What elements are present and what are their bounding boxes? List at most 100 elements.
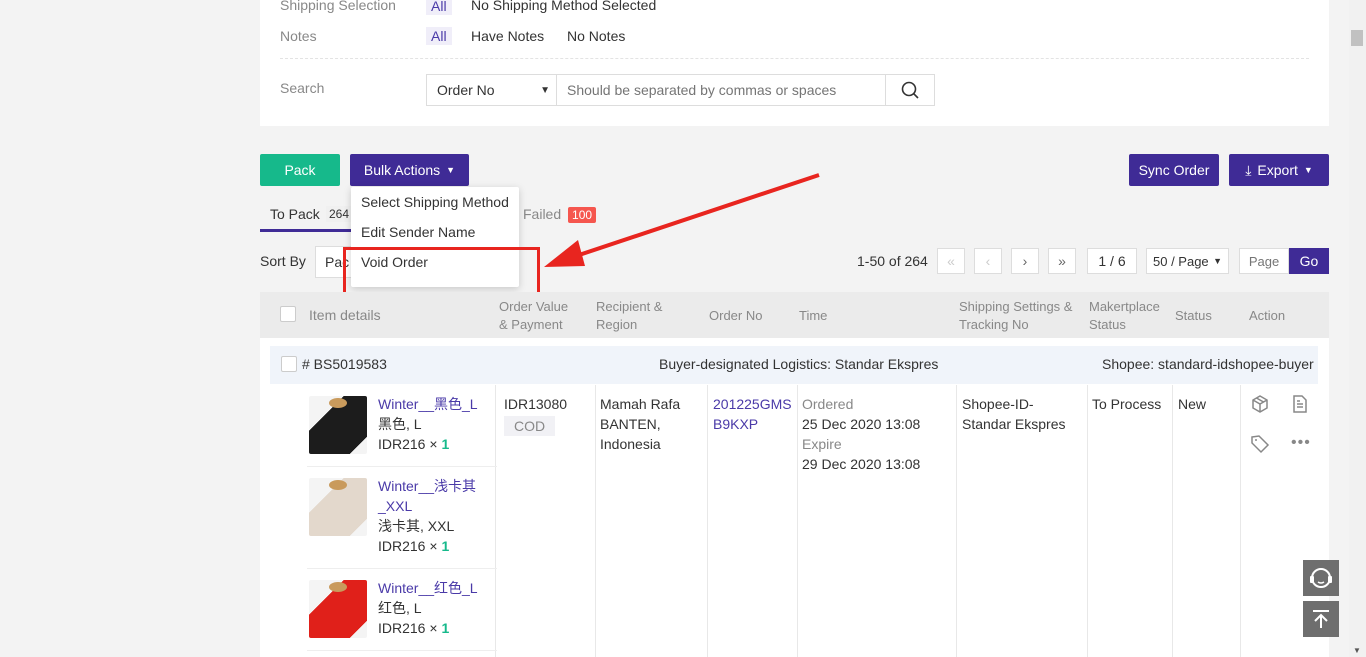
order-status: New [1178, 396, 1207, 412]
item-divider [307, 568, 497, 569]
scroll-down-icon[interactable]: ▼ [1353, 646, 1361, 655]
recipient-region: BANTEN, [600, 416, 661, 432]
header-order-no: Order No [709, 308, 763, 323]
order-shop: Shopee: standard-idshopee-buyer [1102, 356, 1314, 372]
item-price-qty: IDR216 × 1 [378, 536, 478, 556]
sort-by-label: Sort By [260, 253, 306, 269]
shipping-option-none[interactable]: No Shipping Method Selected [471, 0, 656, 13]
item-price-qty: IDR216 × 1 [378, 434, 478, 454]
page-input[interactable] [1239, 248, 1289, 274]
order-logistics: Buyer-designated Logistics: Standar Eksp… [659, 356, 939, 372]
times-icon: × [429, 620, 438, 636]
more-icon[interactable]: ••• [1291, 434, 1311, 452]
ordered-label: Ordered [802, 396, 854, 412]
notes-option-have[interactable]: Have Notes [471, 28, 544, 44]
item-qty: 1 [441, 620, 450, 636]
header-time: Time [799, 308, 828, 323]
times-icon: × [429, 436, 438, 452]
divider [280, 58, 1309, 59]
item-variant: 红色, L [378, 600, 422, 616]
last-page-button[interactable]: » [1048, 248, 1076, 274]
order-time: Ordered 25 Dec 2020 13:08 Expire 29 Dec 202… [802, 394, 920, 474]
times-icon: × [429, 538, 438, 554]
caret-down-icon: ▼ [1303, 165, 1313, 175]
search-group: Order No ▼ [426, 74, 935, 106]
per-page-select[interactable]: 50 / Page ▼ [1146, 248, 1229, 274]
tag-icon[interactable] [1250, 434, 1270, 454]
list-item: Winter__浅卡其_XXL 浅卡其, XXL IDR216 × 1 [378, 476, 478, 556]
download-icon: ⤓ [1245, 161, 1252, 178]
item-thumbnail[interactable] [309, 478, 367, 536]
search-field-value: Order No [437, 82, 495, 98]
prev-page-button[interactable]: ‹ [974, 248, 1002, 274]
tab-count: 264 [326, 206, 353, 222]
export-button[interactable]: ⤓ Export ▼ [1229, 154, 1329, 186]
menu-item-edit-sender-name[interactable]: Edit Sender Name [351, 217, 519, 247]
annotation-arrow [544, 173, 820, 267]
item-thumbnail[interactable] [309, 396, 367, 454]
item-divider [307, 650, 497, 651]
search-button[interactable] [885, 75, 934, 105]
order-checkbox[interactable] [281, 356, 297, 372]
arrow-up-icon [1313, 610, 1329, 628]
tab-label: To Pack [270, 206, 320, 222]
item-price: IDR216 [378, 620, 426, 636]
search-field-select[interactable]: Order No ▼ [427, 75, 557, 105]
order-id: # BS5019583 [302, 356, 387, 372]
sync-order-button[interactable]: Sync Order [1129, 154, 1219, 186]
current-page: 1 / 6 [1087, 248, 1137, 274]
item-variant: 浅卡其, XXL [378, 518, 455, 534]
headset-icon [1310, 568, 1332, 588]
payment-badge: COD [504, 416, 556, 436]
search-input[interactable] [557, 75, 885, 105]
scrollbar[interactable]: ▼ [1349, 0, 1366, 657]
item-name-link[interactable]: Winter__黑色_L [378, 394, 478, 414]
go-button[interactable]: Go [1289, 248, 1329, 274]
package-icon[interactable] [1250, 394, 1270, 414]
shipping-option-all[interactable]: All [426, 0, 452, 15]
select-all-checkbox[interactable] [280, 306, 296, 322]
notes-option-all[interactable]: All [426, 27, 452, 45]
shipping-setting: Shopee-ID-Standar Ekspres [962, 396, 1066, 432]
pack-button[interactable]: Pack [260, 154, 340, 186]
header-order-value: Order Value & Payment [499, 299, 569, 332]
tab-to-pack[interactable]: To Pack 264 [260, 200, 353, 232]
ordered-time: 25 Dec 2020 13:08 [802, 416, 921, 432]
order-value: IDR13080 [504, 396, 568, 412]
header-item-details: Item details [309, 307, 381, 323]
item-name-link[interactable]: Winter__红色_L [378, 578, 478, 598]
item-name-link[interactable]: Winter__浅卡其_XXL [378, 476, 478, 516]
item-thumbnail[interactable] [309, 580, 367, 638]
notes-option-none[interactable]: No Notes [567, 28, 625, 44]
item-variant: 黑色, L [378, 416, 422, 432]
chevron-down-icon: ▼ [540, 84, 550, 96]
pagination-range: 1-50 of 264 [857, 253, 928, 269]
bulk-actions-label: Bulk Actions [363, 162, 441, 178]
filter-panel [260, 0, 1329, 126]
header-action: Action [1249, 308, 1286, 323]
shipping-selection-label: Shipping Selection [280, 0, 396, 13]
caret-down-icon: ▼ [446, 165, 456, 175]
search-label: Search [280, 80, 325, 96]
next-page-button[interactable]: › [1011, 248, 1039, 274]
bulk-actions-button[interactable]: Bulk Actions ▼ [350, 154, 469, 186]
first-page-button[interactable]: « [937, 248, 965, 274]
customer-service-button[interactable] [1303, 560, 1339, 596]
header-recipient: Recipient & Region [596, 299, 663, 332]
menu-item-select-shipping-method[interactable]: Select Shipping Method [351, 187, 519, 217]
item-price: IDR216 [378, 436, 426, 452]
scrollbar-thumb[interactable] [1351, 30, 1363, 46]
list-item: Winter__红色_L 红色, L IDR216 × 1 [378, 578, 478, 638]
order-no-link[interactable]: 201225GMS B9KXP [713, 394, 792, 434]
recipient: Mamah Rafa BANTEN, Indonesia [600, 394, 680, 454]
order-no-part: 201225GMS [713, 396, 792, 412]
header-status: Status [1175, 308, 1212, 323]
document-icon[interactable] [1291, 394, 1309, 414]
recipient-name: Mamah Rafa [600, 396, 681, 412]
back-to-top-button[interactable] [1303, 601, 1339, 637]
expire-label: Expire [802, 436, 842, 452]
item-price: IDR216 [378, 538, 426, 554]
search-icon [901, 81, 919, 99]
export-label: Export [1257, 162, 1298, 178]
marketplace-status: To Process [1092, 396, 1162, 412]
